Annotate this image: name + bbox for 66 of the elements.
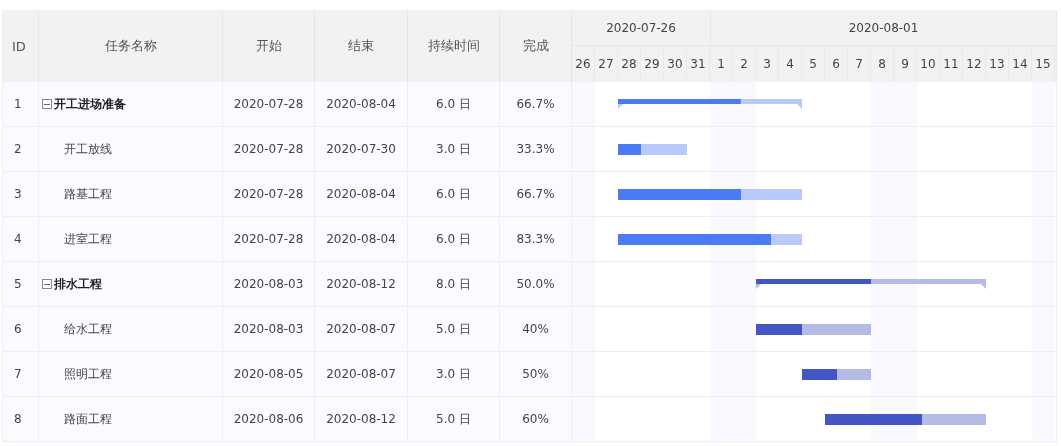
task-name: 开工放线	[64, 140, 112, 158]
task-name: 排水工程	[54, 275, 102, 293]
task-bar[interactable]	[618, 144, 687, 155]
complete-cell: 66.7%	[500, 172, 572, 217]
task-name: 开工进场准备	[54, 95, 126, 113]
start-date-cell: 2020-07-28	[223, 217, 315, 262]
start-date-cell: 2020-07-28	[223, 127, 315, 172]
complete-cell: 50%	[500, 352, 572, 397]
collapse-toggle[interactable]	[42, 99, 52, 109]
id-cell: 6	[3, 307, 39, 352]
task-bar[interactable]	[756, 324, 871, 335]
id-cell: 5	[3, 262, 39, 307]
task-name: 路基工程	[64, 185, 112, 203]
complete-cell: 60%	[500, 397, 572, 442]
end-date-cell: 2020-07-30	[315, 127, 408, 172]
duration-cell: 8.0 日	[408, 262, 500, 307]
task-name: 给水工程	[64, 320, 112, 338]
task-name: 照明工程	[64, 365, 112, 383]
id-cell: 3	[3, 172, 39, 217]
end-date-cell: 2020-08-04	[315, 217, 408, 262]
column-header[interactable]: 结束	[315, 10, 408, 82]
week-header: 2020-07-26	[572, 10, 711, 45]
complete-cell: 33.3%	[500, 127, 572, 172]
summary-bar[interactable]	[756, 279, 986, 291]
task-bar[interactable]	[618, 189, 802, 200]
complete-cell: 66.7%	[500, 82, 572, 127]
duration-cell: 3.0 日	[408, 127, 500, 172]
column-header[interactable]: 持续时间	[408, 10, 500, 82]
end-date-cell: 2020-08-12	[315, 262, 408, 307]
duration-cell: 5.0 日	[408, 397, 500, 442]
task-name: 路面工程	[64, 410, 112, 428]
complete-cell: 83.3%	[500, 217, 572, 262]
task-bar[interactable]	[618, 234, 802, 245]
column-header[interactable]: 完成	[500, 10, 572, 82]
column-header[interactable]: 任务名称	[39, 10, 223, 82]
task-bar[interactable]	[825, 414, 986, 425]
duration-cell: 5.0 日	[408, 307, 500, 352]
start-date-cell: 2020-08-03	[223, 262, 315, 307]
complete-cell: 50.0%	[500, 262, 572, 307]
start-date-cell: 2020-08-06	[223, 397, 315, 442]
task-bar[interactable]	[802, 369, 871, 380]
start-date-cell: 2020-08-05	[223, 352, 315, 397]
complete-cell: 40%	[500, 307, 572, 352]
collapse-toggle[interactable]	[42, 279, 52, 289]
duration-cell: 3.0 日	[408, 352, 500, 397]
end-date-cell: 2020-08-12	[315, 397, 408, 442]
end-date-cell: 2020-08-04	[315, 172, 408, 217]
column-header[interactable]: 开始	[223, 10, 315, 82]
id-cell: 1	[3, 82, 39, 127]
duration-cell: 6.0 日	[408, 172, 500, 217]
id-cell: 8	[3, 397, 39, 442]
task-name: 进室工程	[64, 230, 112, 248]
start-date-cell: 2020-07-28	[223, 82, 315, 127]
start-date-cell: 2020-07-28	[223, 172, 315, 217]
end-date-cell: 2020-08-04	[315, 82, 408, 127]
end-date-cell: 2020-08-07	[315, 307, 408, 352]
duration-cell: 6.0 日	[408, 82, 500, 127]
week-header: 2020-08-01	[711, 10, 1057, 45]
duration-cell: 6.0 日	[408, 217, 500, 262]
summary-bar[interactable]	[618, 99, 802, 111]
start-date-cell: 2020-08-03	[223, 307, 315, 352]
column-header[interactable]: ID	[3, 10, 39, 82]
id-cell: 7	[3, 352, 39, 397]
id-cell: 2	[3, 127, 39, 172]
id-cell: 4	[3, 217, 39, 262]
end-date-cell: 2020-08-07	[315, 352, 408, 397]
